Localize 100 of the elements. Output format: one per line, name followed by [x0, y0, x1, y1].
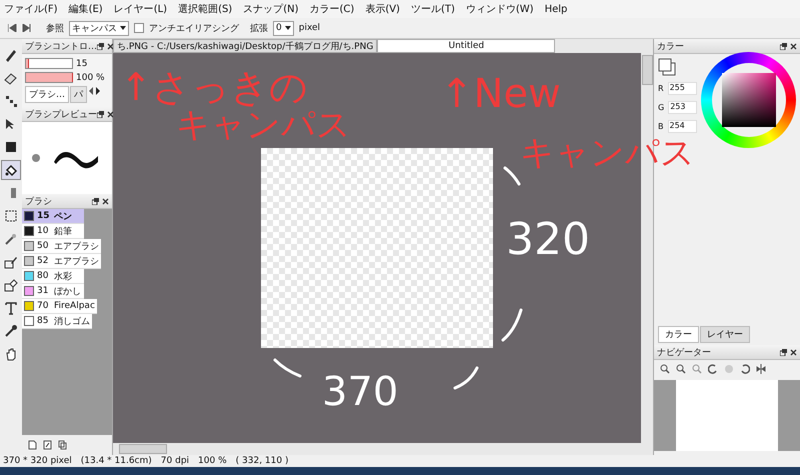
status-text: 100 %: [198, 456, 227, 466]
menu-item[interactable]: ツール(T): [410, 2, 455, 16]
brush-list-item[interactable]: 70 FireAlpac: [22, 299, 97, 314]
caret-icon: [120, 26, 126, 30]
close-icon[interactable]: [790, 348, 797, 356]
brush-size: 31: [37, 286, 50, 296]
handwritten-note: ↑さっきの: [120, 68, 308, 106]
brush-list-item[interactable]: 50 エアブラシ: [22, 239, 101, 254]
brush-list-item[interactable]: 10 鉛筆: [22, 224, 84, 239]
unit-label: pixel: [298, 23, 320, 33]
flip-icon[interactable]: [756, 364, 766, 374]
channel-value-field[interactable]: 254: [668, 120, 696, 133]
channel-label: B: [658, 122, 664, 131]
brush-size: 70: [37, 301, 50, 311]
handwritten-note: ↑New: [440, 74, 561, 114]
rotate-right-icon[interactable]: [740, 364, 750, 374]
menu-item[interactable]: スナップ(N): [243, 2, 299, 16]
close-icon[interactable]: [107, 110, 114, 118]
close-icon[interactable]: [102, 198, 109, 204]
status-text: ( 332, 110 ): [236, 456, 288, 466]
brush-size: 52: [37, 256, 50, 266]
expand-dropdown[interactable]: 0: [273, 20, 294, 36]
opacity-value: 100 %: [76, 72, 105, 82]
brush-size: 85: [37, 316, 50, 326]
zoom-out-icon[interactable]: [676, 364, 686, 374]
brush-list-item[interactable]: 85 消しゴム: [22, 314, 92, 329]
float-icon[interactable]: [97, 110, 104, 118]
brush-size: 80: [37, 271, 50, 281]
new-page-icon[interactable]: [28, 440, 37, 450]
channel-value-field[interactable]: 253: [668, 101, 698, 114]
handwritten-note: 320: [506, 218, 590, 262]
panel-tab[interactable]: パ: [70, 86, 87, 103]
expand-label: 拡張: [250, 22, 268, 34]
float-icon[interactable]: [780, 348, 787, 356]
brush-list-item[interactable]: 31 ぼかし: [22, 284, 84, 299]
channel-value-field[interactable]: 255: [668, 82, 697, 95]
caret-icon: [284, 26, 291, 30]
menu-item[interactable]: 選択範囲(S): [178, 2, 232, 16]
brush-name: 鉛筆: [54, 226, 72, 238]
brush-size: 15: [37, 211, 51, 221]
brush-size: 10: [37, 226, 50, 236]
edit-page-icon[interactable]: [43, 440, 52, 450]
close-icon[interactable]: [107, 42, 114, 50]
panel-title: ブラシ: [25, 196, 52, 208]
channel-label: R: [658, 84, 664, 93]
brush-size-value: 15: [76, 58, 88, 68]
float-icon[interactable]: [92, 198, 99, 204]
reference-dropdown[interactable]: キャンパス: [69, 20, 129, 36]
antialias-checkbox[interactable]: [134, 23, 144, 33]
channel-label: G: [658, 103, 664, 112]
menu-item[interactable]: ファイル(F): [4, 2, 58, 16]
brush-size-slider[interactable]: [25, 58, 73, 69]
float-icon[interactable]: [780, 42, 787, 50]
brush-name: ぼかし: [54, 286, 81, 298]
panel-tab[interactable]: レイヤー: [700, 326, 750, 343]
menu-item[interactable]: 編集(E): [68, 2, 103, 16]
brush-name: 消しゴム: [54, 316, 90, 328]
status-text: 70 dpi: [160, 456, 190, 466]
menu-item[interactable]: ウィンドウ(W): [466, 2, 534, 16]
close-icon[interactable]: [790, 42, 797, 50]
zoom-in-icon[interactable]: [660, 364, 670, 374]
paint-bucket-icon[interactable]: [1, 160, 21, 180]
panel-title: ブラシコントロ…: [25, 40, 97, 52]
menu-item[interactable]: Help: [544, 4, 568, 14]
scroll-right-icon[interactable]: [95, 86, 101, 96]
color-swatch-icon[interactable]: [658, 58, 676, 76]
panel-title: カラー: [657, 40, 684, 52]
document-tab[interactable]: ち.PNG - C:/Users/kashiwagi/Desktop/千鶴ブログ用/ち.PNG: [113, 39, 378, 53]
scrollbar-thumb[interactable]: [119, 444, 167, 454]
copy-page-icon[interactable]: [58, 440, 67, 450]
next-icon[interactable]: [22, 24, 31, 32]
brush-name: エアブラシ: [54, 240, 99, 252]
brush-name: 水彩: [54, 270, 72, 282]
status-text: (13.4 * 11.6cm): [80, 456, 152, 466]
document-tab[interactable]: Untitled: [377, 39, 556, 53]
status-text: 370 * 320 pixel: [3, 456, 72, 466]
reference-label: 参照: [46, 22, 64, 34]
panel-tab[interactable]: ブラシ…: [25, 86, 69, 103]
scrollbar-thumb[interactable]: [642, 55, 652, 85]
brush-list-item[interactable]: 15 ペン: [22, 209, 84, 224]
brush-name: ペン: [54, 210, 72, 222]
handwritten-note: キャンパス: [176, 108, 351, 142]
float-icon[interactable]: [97, 42, 104, 50]
navigator-preview[interactable]: [654, 380, 800, 451]
antialias-label: アンチエイリアシング: [149, 22, 239, 34]
brush-name: FireAlpac: [54, 301, 95, 311]
panel-title: ブラシプレビュー: [25, 108, 97, 120]
panel-tab[interactable]: カラー: [658, 326, 699, 343]
menu-item[interactable]: レイヤー(L): [114, 2, 168, 16]
brush-size: 50: [37, 241, 50, 251]
menu-item[interactable]: カラー(C): [310, 2, 354, 16]
handwritten-note: 370: [322, 372, 398, 412]
panel-title: ナビゲーター: [657, 346, 711, 358]
brush-list-item[interactable]: 80 水彩: [22, 269, 84, 284]
previous-icon[interactable]: [8, 24, 17, 32]
rotate-left-icon[interactable]: [708, 364, 718, 374]
brush-list-item[interactable]: 52 エアブラシ: [22, 254, 101, 269]
brush-name: エアブラシ: [54, 256, 99, 268]
color-square[interactable]: [722, 73, 776, 127]
menu-item[interactable]: 表示(V): [365, 2, 400, 16]
